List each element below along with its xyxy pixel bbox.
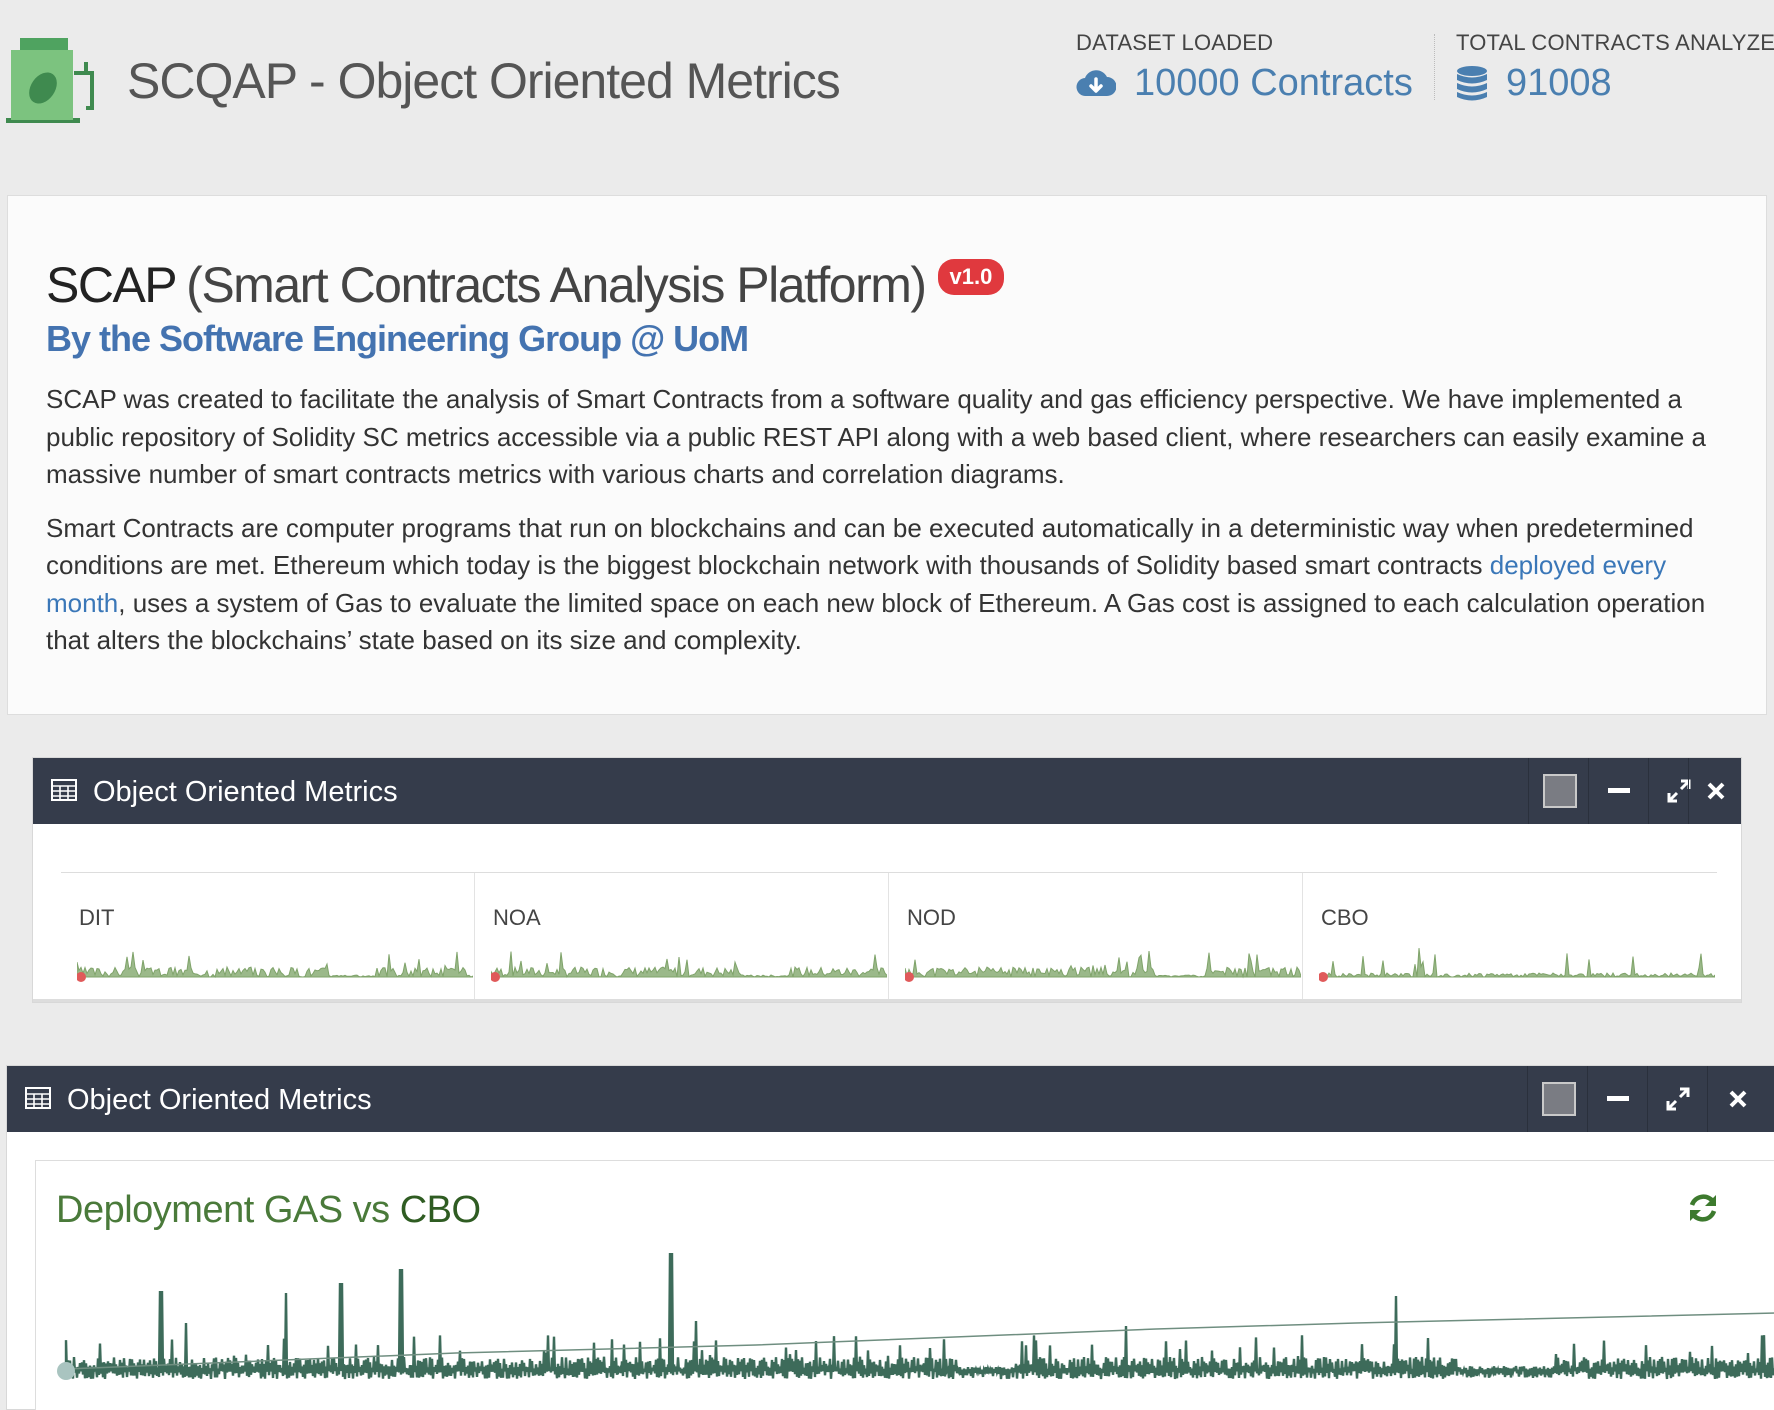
refresh-icon[interactable]	[1686, 1191, 1720, 1225]
gas-vs-cbo-chart	[57, 1252, 1774, 1380]
close-button[interactable]	[1688, 758, 1743, 824]
gas-pump-leaf-icon	[6, 38, 94, 123]
stat-divider	[1434, 34, 1435, 100]
color-picker-button[interactable]	[1527, 1066, 1587, 1132]
series-start-marker	[57, 1362, 75, 1380]
widget-header: Object Oriented Metrics	[7, 1066, 1774, 1132]
widget-title: Object Oriented Metrics	[93, 776, 398, 808]
expand-icon	[1666, 1087, 1689, 1111]
sparkline-area	[491, 951, 887, 979]
minus-icon	[1607, 788, 1630, 793]
color-picker-button[interactable]	[1528, 758, 1588, 824]
intro-paragraph-2: Smart Contracts are computer programs th…	[46, 510, 1736, 660]
minus-icon	[1606, 1096, 1629, 1101]
sparkline-area	[1319, 948, 1715, 978]
sparkline-dit: DIT	[61, 873, 475, 1001]
app-title: SCQAP - Object Oriented Metrics	[127, 53, 841, 109]
intro-subtitle: By the Software Engineering Group @ UoM	[46, 318, 749, 359]
sparkline-chart	[1319, 948, 1715, 982]
color-swatch	[1542, 1082, 1576, 1116]
intro-paragraph-2-text-end: , uses a system of Gas to evaluate the l…	[46, 587, 1706, 656]
cbo-series-line	[65, 1312, 1774, 1370]
total-stat: TOTAL CONTRACTS ANALYZED 91008	[1456, 30, 1774, 105]
minimize-button[interactable]	[1587, 1066, 1647, 1132]
chart-title-metric: CBO	[399, 1189, 481, 1231]
chart-title: Deployment GAS vs CBO	[56, 1189, 481, 1232]
intro-paragraph-2-text: Smart Contracts are computer programs th…	[46, 512, 1694, 581]
sparkline-cbo: CBO	[1303, 873, 1717, 1001]
dataset-label: DATASET LOADED	[1076, 30, 1274, 55]
widget-title: Object Oriented Metrics	[67, 1084, 372, 1116]
intro-title: SCAP (Smart Contracts Analysis Platform)…	[46, 256, 1005, 314]
sparkline-label: NOA	[493, 905, 541, 930]
version-badge: v1.0	[937, 259, 1005, 295]
total-value: 91008	[1506, 62, 1612, 104]
sparkline-chart	[77, 951, 473, 982]
color-swatch	[1543, 774, 1577, 808]
intro-body: SCAP was created to facilitate the analy…	[46, 381, 1736, 676]
sparkline-label: DIT	[79, 905, 115, 930]
gas-series-line	[64, 1252, 1774, 1380]
top-bar: SCQAP - Object Oriented Metrics DATASET …	[0, 0, 1774, 150]
metrics-sparkline-widget: Object Oriented Metrics DIT NOA NOD CBO	[32, 757, 1742, 1003]
total-label: TOTAL CONTRACTS ANALYZED	[1456, 30, 1774, 55]
widget-bottom-border	[33, 999, 1741, 1002]
chart-container: Deployment GAS vs CBO	[35, 1160, 1774, 1410]
close-icon	[1729, 1090, 1746, 1108]
sparkline-area	[77, 951, 473, 978]
intro-panel: SCAP (Smart Contracts Analysis Platform)…	[7, 195, 1767, 715]
expand-icon	[1667, 779, 1690, 803]
sparkline-label: CBO	[1321, 905, 1369, 930]
sparkline-start-marker	[1319, 972, 1328, 982]
sparkline-chart	[491, 951, 887, 982]
dataset-value: 10000 Contracts	[1134, 62, 1413, 104]
chart-title-prefix: Deployment GAS vs	[56, 1189, 390, 1231]
sparkline-area	[905, 951, 1301, 979]
gas-vs-cbo-widget: Object Oriented Metrics Deployment GAS v…	[6, 1065, 1774, 1410]
sparkline-chart	[905, 951, 1301, 982]
dataset-stat: DATASET LOADED 10000 Contracts	[1076, 30, 1413, 105]
database-icon	[1457, 65, 1487, 100]
table-grid-icon	[25, 1087, 51, 1109]
widget-header: Object Oriented Metrics	[33, 758, 1741, 824]
intro-paragraph-1: SCAP was created to facilitate the analy…	[46, 384, 1706, 489]
cloud-download-icon	[1076, 69, 1116, 96]
sparkline-label: NOD	[907, 905, 956, 930]
close-icon	[1707, 782, 1725, 800]
table-grid-icon	[51, 779, 77, 801]
fullscreen-button[interactable]	[1647, 1066, 1707, 1132]
sparkline-nod: NOD	[889, 873, 1303, 1001]
sparkline-noa: NOA	[475, 873, 889, 1001]
intro-title-acronym: SCAP	[46, 257, 178, 313]
sparkline-row: DIT NOA NOD CBO	[61, 872, 1717, 1001]
minimize-button[interactable]	[1588, 758, 1648, 824]
intro-title-full: (Smart Contracts Analysis Platform)	[186, 257, 927, 313]
close-button[interactable]	[1707, 1066, 1767, 1132]
